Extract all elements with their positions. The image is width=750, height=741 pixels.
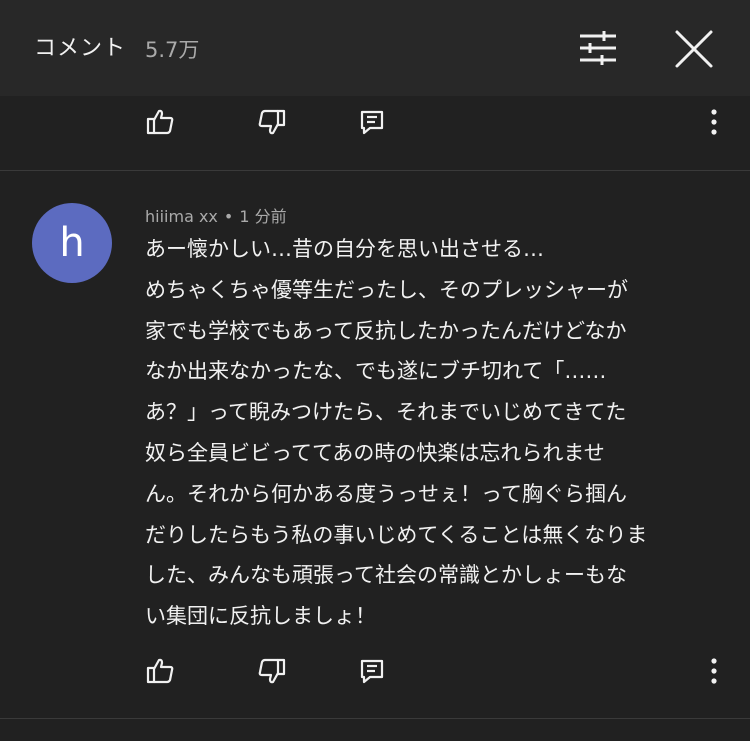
thumb-up-icon — [146, 658, 174, 684]
comment-meta: hiiima xx • 1 分前 — [145, 203, 287, 227]
thumb-down-icon — [258, 658, 286, 684]
comment-actions — [0, 645, 750, 697]
more-options-button[interactable] — [694, 651, 734, 691]
separator-dot: • — [223, 207, 234, 226]
comment-icon — [360, 110, 384, 135]
comment-time[interactable]: 1 分前 — [239, 207, 286, 226]
reply-button[interactable] — [352, 651, 392, 691]
comment-line: あー懐かしい…昔の自分を思い出させる… — [145, 237, 544, 261]
thumb-up-icon — [146, 109, 174, 135]
author-name[interactable]: hiiima xx — [145, 207, 218, 226]
avatar[interactable]: h — [32, 203, 112, 283]
comment-icon — [360, 659, 384, 684]
more-vertical-icon — [711, 658, 717, 684]
comment-line: 家でも学校でもあって反抗したかったんだけどなか — [145, 318, 627, 343]
like-button[interactable] — [140, 102, 180, 142]
more-options-button[interactable] — [694, 102, 734, 142]
previous-comment-actions — [0, 96, 750, 148]
comment-line: めちゃくちゃ優等生だったし、そのプレッシャーが — [145, 277, 628, 302]
dislike-button[interactable] — [252, 102, 292, 142]
comment-divider — [0, 718, 750, 719]
more-vertical-icon — [711, 109, 717, 135]
comment-line: い集団に反抗しましょ！ — [145, 604, 376, 629]
comment-line: した、みんなも頑張って社会の常識とかしょーもな — [145, 563, 627, 588]
sliders-icon — [580, 31, 616, 65]
comment-line: あ？」って睨みつけたら、それまでいじめてきてた — [145, 400, 627, 425]
dislike-button[interactable] — [252, 651, 292, 691]
close-button[interactable] — [672, 27, 716, 71]
comment-text: あー懐かしい…昔の自分を思い出させる… めちゃくちゃ優等生だったし、そのプレッシ… — [145, 229, 735, 637]
comments-header: コメント 5.7万 — [0, 0, 750, 96]
comment-count: 5.7万 — [145, 38, 200, 62]
sort-filter-button[interactable] — [576, 28, 620, 68]
reply-button[interactable] — [352, 102, 392, 142]
comment-line: だりしたらもう私の事いじめてくることは無くなりま — [145, 522, 648, 547]
comment-line: 奴ら全員ビビっててあの時の快楽は忘れられませ — [145, 440, 605, 465]
comment-line: ん。それから何かある度うっせぇ！って胸ぐら掴ん — [145, 481, 627, 506]
close-icon — [675, 30, 713, 68]
header-title: コメント — [34, 36, 127, 61]
thumb-down-icon — [258, 109, 286, 135]
comment-line: なか出来なかったな、でも遂にブチ切れて「…… — [145, 359, 607, 384]
like-button[interactable] — [140, 651, 180, 691]
avatar-letter: h — [59, 220, 85, 266]
comment-divider — [0, 170, 750, 171]
